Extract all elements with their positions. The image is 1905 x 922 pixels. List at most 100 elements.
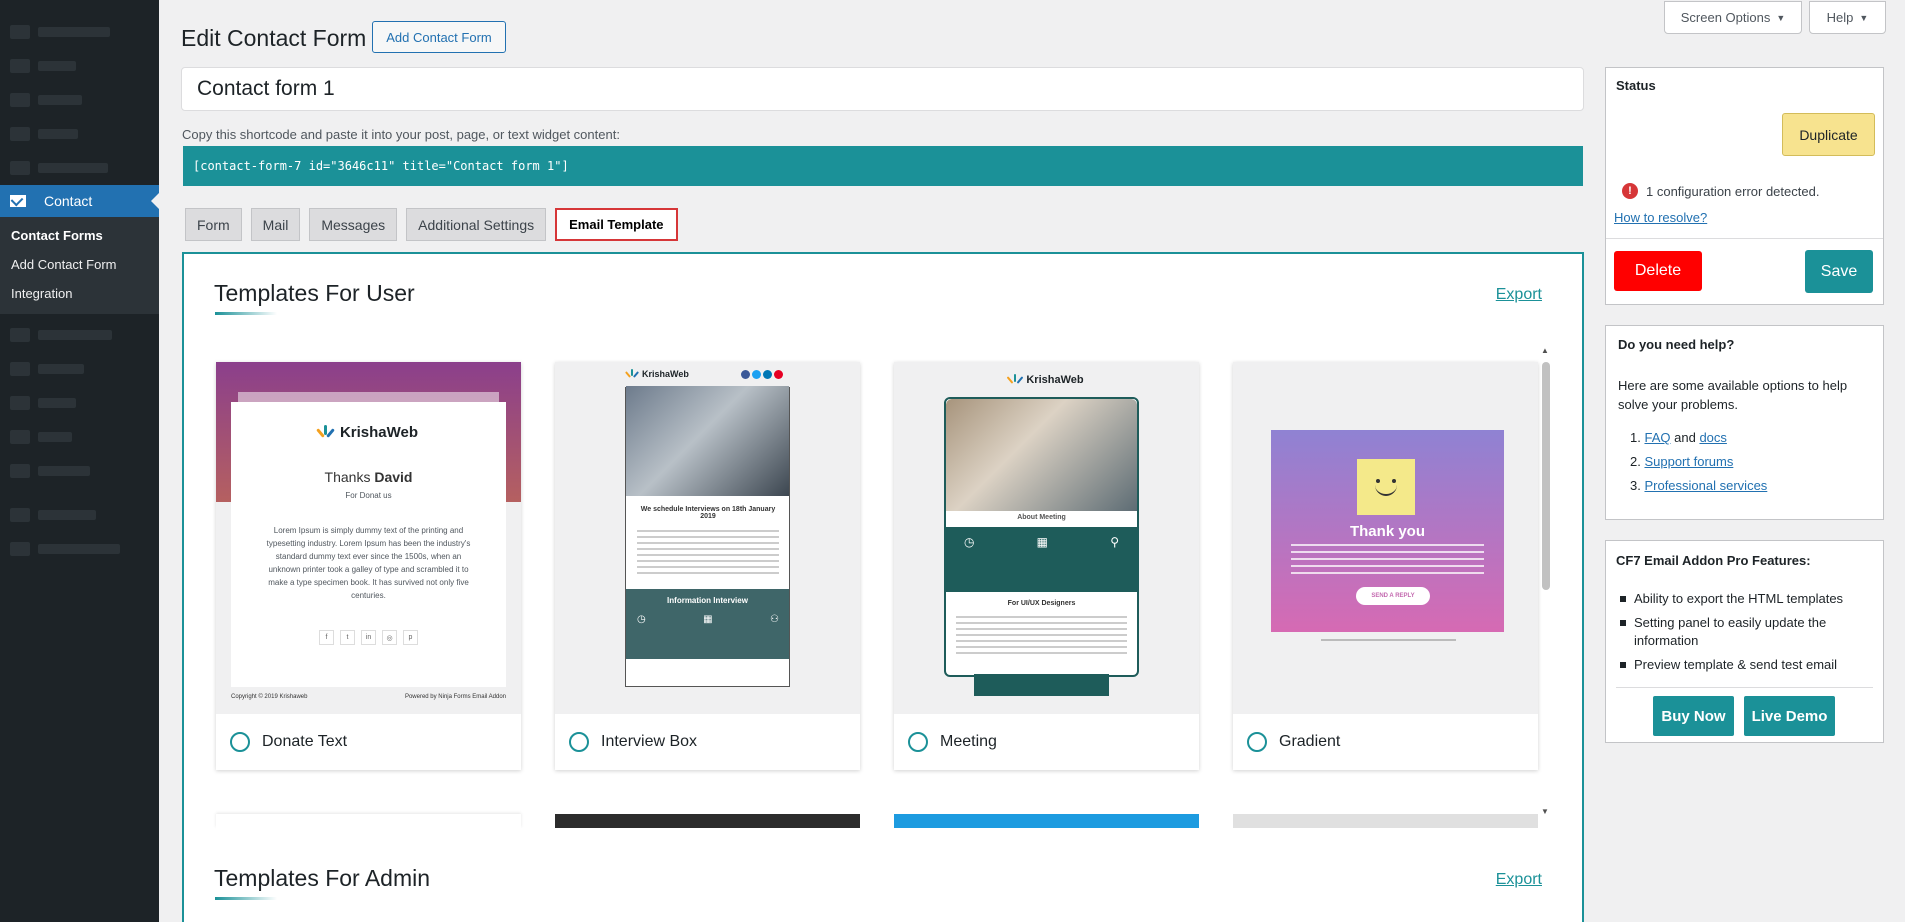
- delete-button[interactable]: Delete: [1614, 251, 1702, 291]
- template-name: Meeting: [940, 733, 997, 750]
- scroll-up-arrow-icon[interactable]: ▲: [1541, 346, 1549, 355]
- help-button[interactable]: Help ▼: [1809, 1, 1886, 34]
- donate-footer: Copyright © 2019 Krishaweb Powered by Ni…: [231, 694, 506, 700]
- add-contact-form-button[interactable]: Add Contact Form: [372, 21, 506, 53]
- submenu-add-contact-form[interactable]: Add Contact Form: [0, 250, 159, 279]
- save-button[interactable]: Save: [1805, 250, 1873, 293]
- placeholder-text: [1291, 544, 1484, 574]
- template-card-meeting[interactable]: KrishaWeb About Meeting ◷ ▦ ⚲ For UI/UX De…: [894, 362, 1199, 770]
- social-icons: f t in ◎ p: [231, 630, 506, 645]
- duplicate-button[interactable]: Duplicate: [1782, 113, 1875, 156]
- menu-item-blurred[interactable]: [0, 532, 159, 566]
- menu-item-blurred[interactable]: [0, 454, 159, 488]
- faq-link[interactable]: FAQ: [1644, 430, 1670, 445]
- calendar-icon: ▦: [703, 614, 713, 625]
- export-admin-link[interactable]: Export: [1496, 871, 1542, 889]
- meeting-photo: [946, 399, 1137, 511]
- twitter-icon: [752, 370, 761, 379]
- help-label: Help: [1826, 10, 1854, 25]
- caret-down-icon: ▼: [1776, 12, 1786, 23]
- screen-options-button[interactable]: Screen Options ▼: [1664, 1, 1802, 34]
- live-demo-button[interactable]: Live Demo: [1744, 696, 1835, 736]
- menu-item-blurred[interactable]: [0, 420, 159, 454]
- menu-item-blurred[interactable]: [0, 498, 159, 532]
- submenu-integration[interactable]: Integration: [0, 279, 159, 308]
- card-footer: Interview Box: [555, 714, 860, 770]
- status-title: Status: [1616, 78, 1656, 93]
- menu-item-blurred[interactable]: [0, 318, 159, 352]
- menu-item-blurred[interactable]: [0, 15, 159, 49]
- support-forums-link[interactable]: Support forums: [1644, 454, 1733, 469]
- thank-you-heading: Thank you: [1349, 523, 1425, 540]
- card-footer: Gradient: [1233, 714, 1538, 770]
- menu-item-blurred[interactable]: [0, 83, 159, 117]
- template-name: Interview Box: [601, 733, 698, 750]
- envelope-icon: [10, 195, 26, 207]
- submenu-contact-forms[interactable]: Contact Forms: [0, 221, 159, 250]
- export-user-link[interactable]: Export: [1496, 286, 1542, 304]
- template-card-peek[interactable]: [894, 814, 1199, 828]
- sidebar-item-contact-label: Contact: [44, 193, 93, 209]
- how-to-resolve-link[interactable]: How to resolve?: [1614, 210, 1707, 225]
- meeting-social-strip: [974, 674, 1109, 696]
- menu-item-blurred[interactable]: [0, 151, 159, 185]
- pinterest-icon: p: [403, 630, 418, 645]
- help-title: Do you need help?: [1618, 337, 1735, 352]
- sidebar-item-contact[interactable]: Contact: [0, 185, 159, 217]
- menu-item-blurred[interactable]: [0, 352, 159, 386]
- tab-email-template[interactable]: Email Template: [555, 208, 678, 241]
- template-card-donate[interactable]: KrishaWeb Thanks David For Donat us Lore…: [216, 362, 521, 770]
- template-card-gradient[interactable]: Thank you SEND A REPLY Gradient: [1233, 362, 1538, 770]
- caret-down-icon: ▼: [1859, 12, 1869, 23]
- tab-mail[interactable]: Mail: [250, 208, 301, 241]
- thanks-heading: Thanks David: [231, 469, 506, 485]
- tab-messages[interactable]: Messages: [309, 208, 398, 241]
- list-number: 1.: [1630, 430, 1641, 445]
- shortcode-field[interactable]: [contact-form-7 id="3646c11" title="Cont…: [183, 146, 1583, 186]
- donor-name: David: [374, 469, 413, 485]
- menu-item-blurred[interactable]: [0, 386, 159, 420]
- template-card-peek[interactable]: [1233, 814, 1538, 828]
- card-footer: Donate Text: [216, 714, 521, 770]
- tab-form[interactable]: Form: [185, 208, 242, 241]
- professional-services-link[interactable]: Professional services: [1644, 478, 1767, 493]
- donate-sub: For Donat us: [345, 491, 392, 500]
- buy-now-button[interactable]: Buy Now: [1653, 696, 1734, 736]
- template-card-peek[interactable]: [216, 814, 521, 828]
- template-radio[interactable]: [569, 732, 589, 752]
- templates-scrollbar[interactable]: [1542, 362, 1550, 590]
- template-radio[interactable]: [1247, 732, 1267, 752]
- error-icon: !: [1622, 183, 1638, 199]
- template-preview: KrishaWeb About Meeting ◷ ▦ ⚲ For UI/UX De…: [894, 362, 1199, 714]
- help-item-3: 3. Professional services: [1630, 474, 1871, 498]
- template-radio[interactable]: [230, 732, 250, 752]
- interview-icons: ◷ ▦ ⚇: [637, 614, 779, 625]
- collapse-icon: [10, 542, 30, 556]
- tools-icon: [10, 430, 30, 444]
- menu-item-blurred[interactable]: [0, 117, 159, 151]
- placeholder-text: [956, 616, 1127, 656]
- template-preview: KrishaWeb We schedule Interviews on 18th…: [555, 362, 860, 714]
- templates-user-title: Templates For User: [214, 280, 415, 306]
- pinterest-icon: [774, 370, 783, 379]
- templates-admin-title: Templates For Admin: [214, 865, 431, 891]
- logo-text: KrishaWeb: [339, 424, 419, 441]
- template-name: Donate Text: [262, 733, 348, 750]
- scroll-down-arrow-icon[interactable]: ▼: [1541, 807, 1549, 816]
- thanks-word: Thanks: [324, 469, 371, 485]
- template-card-interview[interactable]: KrishaWeb We schedule Interviews on 18th…: [555, 362, 860, 770]
- docs-link[interactable]: docs: [1699, 430, 1726, 445]
- plugins-icon: [10, 362, 30, 376]
- help-item-2: 2. Support forums: [1630, 450, 1871, 474]
- config-error: ! 1 configuration error detected.: [1622, 183, 1819, 199]
- menu-item-blurred[interactable]: [0, 49, 159, 83]
- template-radio[interactable]: [908, 732, 928, 752]
- linkedin-icon: [763, 370, 772, 379]
- tab-additional-settings[interactable]: Additional Settings: [406, 208, 547, 241]
- template-card-peek[interactable]: [555, 814, 860, 828]
- krishaweb-logo: KrishaWeb: [231, 424, 506, 441]
- form-title-input[interactable]: Contact form 1: [181, 67, 1584, 111]
- meeting-icons: ◷ ▦ ⚲: [964, 535, 1119, 549]
- users-icon: [10, 396, 30, 410]
- pro-title: CF7 Email Addon Pro Features:: [1616, 553, 1811, 568]
